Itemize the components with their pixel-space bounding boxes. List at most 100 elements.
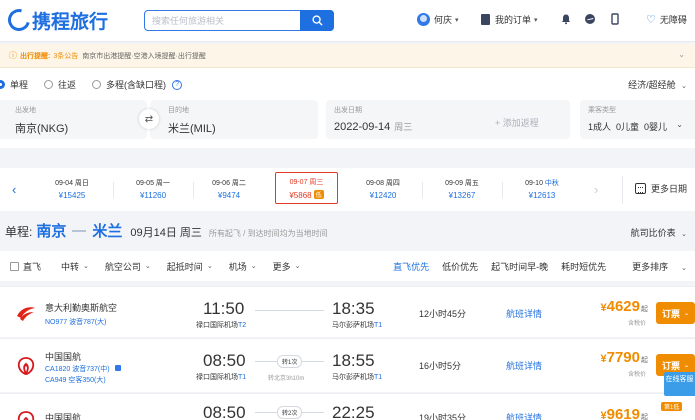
route-destination: 米兰: [92, 223, 123, 240]
swap-cities-button[interactable]: ⇄: [139, 109, 159, 129]
route-origin: 南京: [36, 223, 67, 240]
filter-label: 中转: [61, 261, 80, 272]
chevron-down-icon: ⌄: [250, 263, 257, 270]
notifications-button[interactable]: [560, 13, 572, 25]
stop-count-badge[interactable]: 转2次: [277, 406, 303, 419]
book-button[interactable]: 订票 ⌄: [656, 302, 695, 324]
travel-button[interactable]: [584, 13, 596, 25]
radio-multi-city[interactable]: [92, 80, 102, 89]
flight-details-link[interactable]: 航班详情: [506, 411, 542, 420]
date-cell[interactable]: 09-04 周日 ¥15425: [34, 174, 110, 205]
lowest-rank-badge: 第1低: [661, 402, 683, 411]
filter-label: 航空公司: [104, 261, 141, 272]
filter-label: 机场: [228, 261, 247, 272]
arrival-time: 18:35: [332, 299, 375, 318]
help-icon[interactable]: ?: [172, 79, 183, 90]
filter-transfer[interactable]: 中转 ⌄: [61, 260, 89, 273]
filter-airport[interactable]: 机场 ⌄: [229, 260, 257, 273]
flight-number[interactable]: CA949 空客350(大): [45, 375, 106, 385]
flight-row[interactable]: 中国国航 08:50 转2次 22:25 19小时35分 航班详情 ¥9619起: [0, 393, 695, 420]
sort-more[interactable]: 更多排序 ⌄: [619, 260, 687, 273]
phone-icon: [611, 13, 619, 25]
next-dates-arrow[interactable]: ›: [594, 182, 598, 197]
chevron-down-icon: ⌄: [676, 120, 683, 129]
trip-type-multi-city[interactable]: 多程(含缺口程): [106, 78, 166, 91]
date-cell-date: 09-07 周三: [276, 177, 337, 187]
sort-direct-first[interactable]: 直飞优先: [393, 260, 429, 273]
terminal: T1: [374, 322, 383, 329]
flight-row[interactable]: 中国国航 CA1820 波音737(中) CA949 空客350(大) 08:5…: [0, 338, 695, 392]
date-text: 09-06: [212, 180, 230, 187]
radio-round-trip[interactable]: [44, 80, 54, 89]
cabin-class-select[interactable]: 经济/超经舱 ⌄: [628, 78, 687, 91]
date-cell-date: 09-05 周一: [115, 178, 191, 188]
flight-number[interactable]: CA1820 波音737(中): [45, 364, 121, 374]
airline-compare-button[interactable]: 航司比价表 ⌄: [631, 226, 687, 239]
flight-duration: 12小时45分: [419, 309, 467, 319]
date-cell[interactable]: 09-06 周二 ¥9474: [191, 174, 267, 205]
date-cell[interactable]: 09-05 周一 ¥11260: [115, 174, 191, 205]
user-menu[interactable]: 何庆 ▾: [417, 13, 459, 26]
date-cell[interactable]: 09-10 中秋 ¥12613: [504, 174, 580, 205]
chevron-down-icon: ⌄: [83, 263, 89, 270]
flight-number-text: CA1820 波音737(中): [45, 366, 110, 373]
date-caption: 出发日期: [334, 107, 362, 114]
add-return-button[interactable]: + 添加返程: [495, 116, 539, 129]
flight-number[interactable]: NO977 波音787(大): [45, 317, 106, 327]
filter-time[interactable]: 起抵时间 ⌄: [167, 260, 213, 273]
airline-name: 意大利勤奥斯航空: [45, 303, 118, 313]
origin-value: 南京(NKG): [15, 123, 69, 135]
sort-lowest-price[interactable]: 低价优先: [442, 260, 478, 273]
logo-text: 携程旅行: [32, 11, 109, 33]
prev-dates-arrow[interactable]: ‹: [12, 182, 16, 197]
search-input[interactable]: [145, 11, 305, 30]
flight-row[interactable]: 意大利勤奥斯航空 NO977 波音787(大) 11:50 禄口国际机场T2 1…: [0, 286, 695, 337]
my-orders-menu[interactable]: 我的订单 ▾: [481, 13, 538, 26]
flight-price: ¥4629起: [601, 298, 649, 315]
warning-icon: ⓘ: [9, 51, 17, 60]
direct-only-label[interactable]: 直飞: [23, 260, 41, 273]
accessibility-button[interactable]: ♡ 无障碍: [646, 13, 687, 26]
ctrip-logo[interactable]: 携程旅行: [3, 4, 109, 36]
sort-options: 直飞优先 低价优先 起飞时间早-晚 耗时短优先 更多排序 ⌄: [380, 260, 687, 273]
destination-caption: 目的地: [168, 107, 189, 114]
departure-time: 08:50: [203, 351, 246, 370]
chevron-down-icon: ⌄: [681, 231, 687, 238]
filter-airline[interactable]: 航空公司 ⌄: [105, 260, 151, 273]
direct-only-checkbox[interactable]: [10, 261, 19, 271]
travel-notice-bar[interactable]: ⓘ 出行提醒: 3条公告 南京市出港提醒·空港入境提醒·出行提醒 ⌄: [0, 44, 695, 68]
date-cell-price: ¥5868 低: [276, 190, 337, 200]
destination-field[interactable]: 目的地 米兰(MIL): [150, 100, 318, 139]
notice-text: 南京市出港提醒·空港入境提醒·出行提醒: [82, 52, 206, 60]
departure-airport: 禄口国际机场T2: [196, 320, 246, 330]
online-service-button[interactable]: 在线客服: [664, 372, 695, 396]
date-cell[interactable]: 09-08 周四 ¥12420: [345, 174, 421, 205]
price-suffix: 起: [641, 414, 648, 420]
airline-logo-icon: [17, 411, 35, 420]
date-cell-selected[interactable]: 09-07 周三 ¥5868 低: [275, 172, 338, 204]
trip-type-round-trip[interactable]: 往返: [58, 78, 76, 91]
radio-one-way[interactable]: [0, 80, 5, 89]
origin-field[interactable]: 出发地 南京(NKG): [0, 100, 147, 139]
price-suffix: 起: [641, 357, 648, 364]
date-price-strip: ‹ 09-04 周日 ¥15425 09-05 周一 ¥11260 09-06 …: [0, 168, 695, 211]
price-value: 9619: [606, 406, 640, 420]
sort-departure-time[interactable]: 起飞时间早-晚: [491, 260, 548, 273]
search-button[interactable]: [300, 10, 334, 31]
sort-shortest-duration[interactable]: 耗时短优先: [561, 260, 606, 273]
trip-type-one-way[interactable]: 单程: [10, 78, 28, 91]
stop-count-badge[interactable]: 转1次: [277, 355, 303, 368]
filter-more[interactable]: 更多 ⌄: [273, 260, 301, 273]
flight-details-link[interactable]: 航班详情: [506, 359, 542, 372]
route-date: 09月14日 周三: [130, 227, 202, 239]
more-dates-button[interactable]: 更多日期: [634, 182, 687, 195]
date-weekday: 周三: [394, 122, 413, 132]
chevron-down-icon: ⌄: [294, 263, 301, 270]
date-cell[interactable]: 09-09 周五 ¥13267: [424, 174, 500, 205]
date-value: 2022-09-14: [334, 121, 391, 133]
arrival-airport: 马尔彭萨机场T1: [332, 320, 382, 330]
mobile-app-button[interactable]: [609, 13, 621, 25]
avatar: [417, 13, 430, 26]
chevron-down-icon: ⌄: [678, 50, 685, 59]
flight-details-link[interactable]: 航班详情: [506, 307, 542, 320]
